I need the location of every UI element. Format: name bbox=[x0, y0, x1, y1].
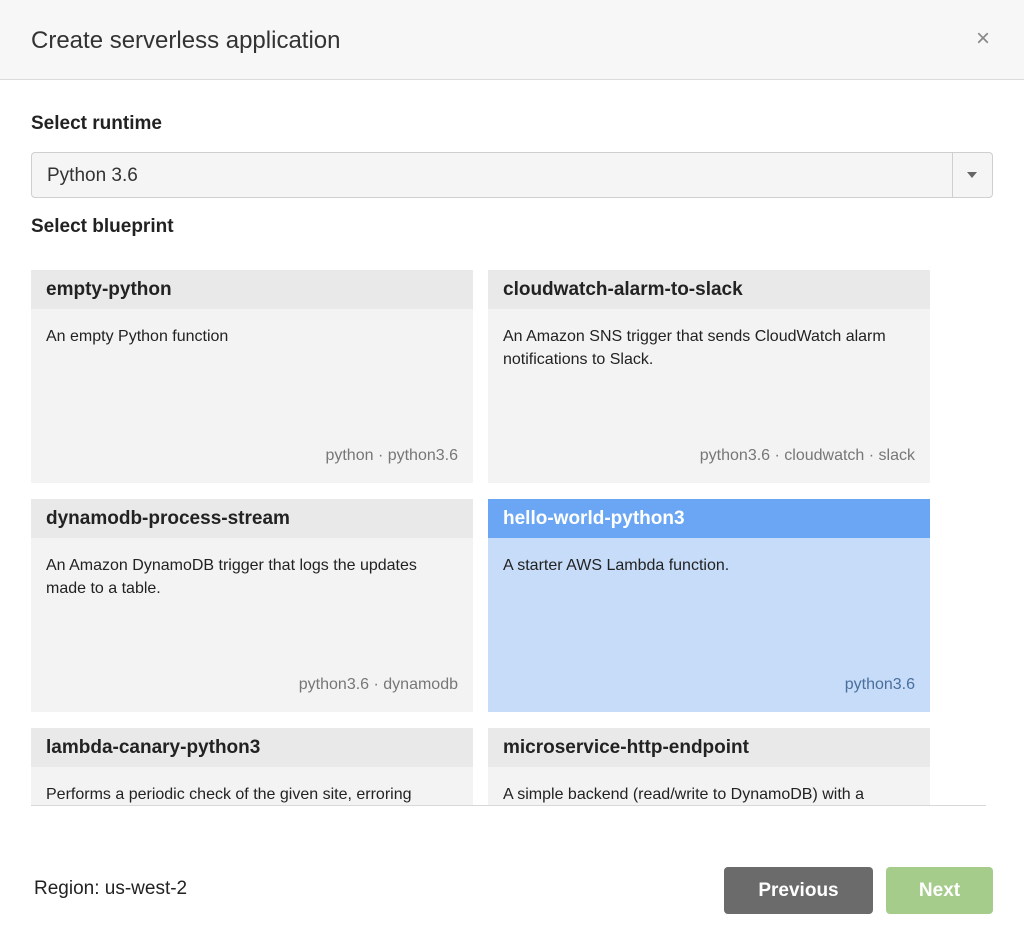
card-title: microservice-http-endpoint bbox=[488, 728, 930, 767]
chevron-down-icon bbox=[967, 172, 977, 178]
blueprint-card-lambda-canary-python3[interactable]: lambda-canary-python3 Performs a periodi… bbox=[31, 728, 473, 805]
card-title: hello-world-python3 bbox=[488, 499, 930, 538]
blueprint-card-dynamodb-process-stream[interactable]: dynamodb-process-stream An Amazon Dynamo… bbox=[31, 499, 473, 712]
card-description: An empty Python function bbox=[46, 328, 229, 345]
blueprint-label: Select blueprint bbox=[31, 216, 174, 237]
card-tags: python3.6 bbox=[844, 676, 915, 693]
card-tags: python · python3.6 bbox=[325, 447, 458, 464]
blueprint-card-microservice-http-endpoint[interactable]: microservice-http-endpoint A simple back… bbox=[488, 728, 930, 805]
blueprint-card-cloudwatch-alarm-to-slack[interactable]: cloudwatch-alarm-to-slack An Amazon SNS … bbox=[488, 270, 930, 483]
card-title: empty-python bbox=[31, 270, 473, 309]
dialog-header: Create serverless application × bbox=[0, 0, 1024, 80]
card-description: An Amazon DynamoDB trigger that logs the… bbox=[46, 557, 417, 597]
runtime-label: Select runtime bbox=[31, 113, 162, 134]
runtime-dropdown-toggle[interactable] bbox=[952, 153, 992, 197]
previous-button[interactable]: Previous bbox=[724, 867, 873, 914]
next-button[interactable]: Next bbox=[886, 867, 993, 914]
runtime-select[interactable]: Python 3.6 bbox=[31, 152, 993, 198]
card-description: A starter AWS Lambda function. bbox=[503, 557, 730, 574]
card-description: Performs a periodic check of the given s… bbox=[46, 786, 412, 803]
dialog-title: Create serverless application bbox=[31, 27, 341, 54]
card-title: cloudwatch-alarm-to-slack bbox=[488, 270, 930, 309]
card-tags: python3.6 · cloudwatch · slack bbox=[699, 447, 915, 464]
blueprint-card-hello-world-python3[interactable]: hello-world-python3 A starter AWS Lambda… bbox=[488, 499, 930, 712]
region-text: Region: us-west-2 bbox=[34, 878, 188, 899]
blueprint-card-empty-python[interactable]: empty-python An empty Python function py… bbox=[31, 270, 473, 483]
card-title: lambda-canary-python3 bbox=[31, 728, 473, 767]
blueprint-list[interactable]: empty-python An empty Python function py… bbox=[31, 270, 986, 806]
close-icon[interactable]: × bbox=[970, 26, 996, 52]
runtime-selected-value: Python 3.6 bbox=[47, 165, 138, 186]
card-description: A simple backend (read/write to DynamoDB… bbox=[503, 786, 865, 803]
card-title: dynamodb-process-stream bbox=[31, 499, 473, 538]
card-description: An Amazon SNS trigger that sends CloudWa… bbox=[503, 328, 886, 368]
card-tags: python3.6 · dynamodb bbox=[298, 676, 458, 693]
